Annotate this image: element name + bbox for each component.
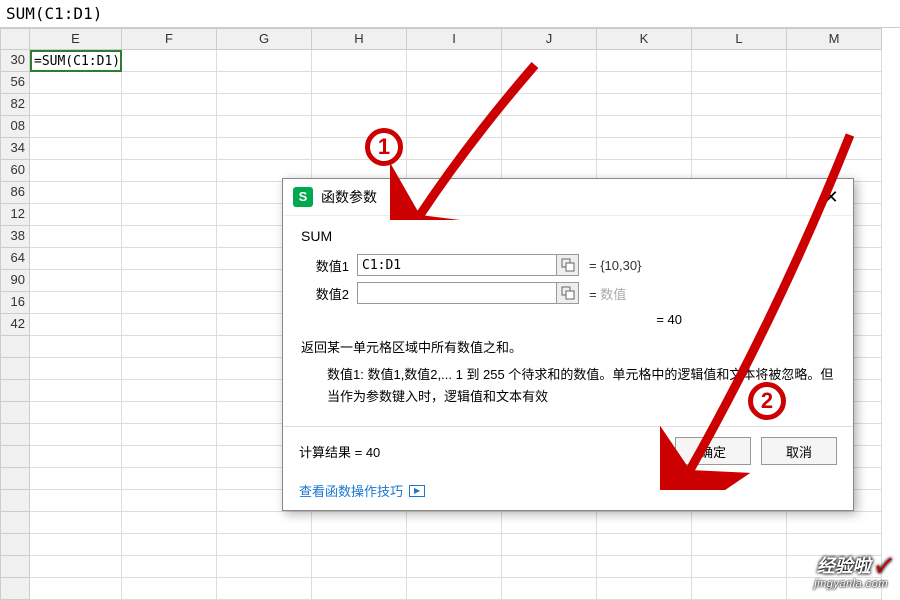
cell[interactable] (30, 314, 122, 336)
cell[interactable] (122, 116, 217, 138)
cell[interactable] (787, 94, 882, 116)
calculation-result: 计算结果 = 40 (299, 442, 665, 461)
argument-result-2: = 数值 (589, 284, 626, 303)
cell[interactable] (597, 72, 692, 94)
cell[interactable] (122, 226, 217, 248)
cell[interactable] (30, 248, 122, 270)
cell[interactable] (30, 270, 122, 292)
row-header[interactable]: 16 (0, 292, 30, 314)
row-header[interactable]: 90 (0, 270, 30, 292)
watermark: 经验啦 ✓ jingyanla.com (814, 552, 888, 590)
row-header[interactable]: 86 (0, 182, 30, 204)
col-header-f[interactable]: F (122, 28, 217, 50)
cell[interactable] (217, 116, 312, 138)
cell[interactable] (122, 270, 217, 292)
col-header-j[interactable]: J (502, 28, 597, 50)
column-headers-row: E F G H I J K L M (0, 28, 900, 50)
cell[interactable] (692, 50, 787, 72)
row-header[interactable]: 64 (0, 248, 30, 270)
row-header[interactable]: 56 (0, 72, 30, 94)
row-header[interactable]: 42 (0, 314, 30, 336)
cell[interactable] (122, 314, 217, 336)
cell[interactable] (30, 204, 122, 226)
cell[interactable] (30, 94, 122, 116)
arrow-2-icon (660, 130, 860, 490)
video-icon: ▶ (409, 485, 425, 497)
col-header-h[interactable]: H (312, 28, 407, 50)
cell[interactable] (217, 50, 312, 72)
col-header-e[interactable]: E (30, 28, 122, 50)
cell[interactable] (30, 160, 122, 182)
argument-label-1: 数值1 (299, 256, 357, 275)
cell[interactable] (30, 292, 122, 314)
cell[interactable] (122, 248, 217, 270)
col-header-i[interactable]: I (407, 28, 502, 50)
cell[interactable] (122, 160, 217, 182)
check-icon: ✓ (876, 556, 888, 576)
cell[interactable] (692, 94, 787, 116)
range-picker-icon[interactable] (557, 254, 579, 276)
cell[interactable] (30, 138, 122, 160)
callout-badge-2: 2 (748, 382, 786, 420)
cell[interactable] (122, 204, 217, 226)
cell[interactable] (122, 292, 217, 314)
col-header-k[interactable]: K (597, 28, 692, 50)
arrow-1-icon (390, 60, 550, 220)
cell[interactable] (692, 72, 787, 94)
cell[interactable] (30, 72, 122, 94)
col-header-g[interactable]: G (217, 28, 312, 50)
cell[interactable] (122, 138, 217, 160)
cell[interactable] (787, 50, 882, 72)
cell[interactable] (122, 50, 217, 72)
corner-spacer[interactable] (0, 28, 30, 50)
cell[interactable] (122, 72, 217, 94)
cell[interactable] (30, 116, 122, 138)
cell[interactable] (217, 94, 312, 116)
cell[interactable] (217, 72, 312, 94)
cell[interactable] (122, 182, 217, 204)
cell[interactable] (30, 226, 122, 248)
row-header[interactable]: 08 (0, 116, 30, 138)
argument-input-2[interactable] (357, 282, 557, 304)
cell[interactable] (597, 50, 692, 72)
argument-result-1: = {10,30} (589, 258, 641, 273)
col-header-l[interactable]: L (692, 28, 787, 50)
range-picker-icon[interactable] (557, 282, 579, 304)
cell[interactable] (597, 94, 692, 116)
formula-bar[interactable]: SUM(C1:D1) (0, 0, 900, 28)
callout-badge-1: 1 (365, 128, 403, 166)
row-header[interactable]: 60 (0, 160, 30, 182)
row-header[interactable]: 12 (0, 204, 30, 226)
row-header[interactable]: 30 (0, 50, 30, 72)
argument-input-1[interactable] (357, 254, 557, 276)
row-header[interactable]: 38 (0, 226, 30, 248)
row-header[interactable]: 82 (0, 94, 30, 116)
cell[interactable] (217, 138, 312, 160)
cell[interactable]: =SUM(C1:D1) (30, 50, 122, 72)
row-header[interactable]: 34 (0, 138, 30, 160)
argument-label-2: 数值2 (299, 284, 357, 303)
cell[interactable] (122, 94, 217, 116)
cell[interactable] (787, 72, 882, 94)
col-header-m[interactable]: M (787, 28, 882, 50)
cell[interactable] (30, 182, 122, 204)
app-icon: S (293, 187, 313, 207)
